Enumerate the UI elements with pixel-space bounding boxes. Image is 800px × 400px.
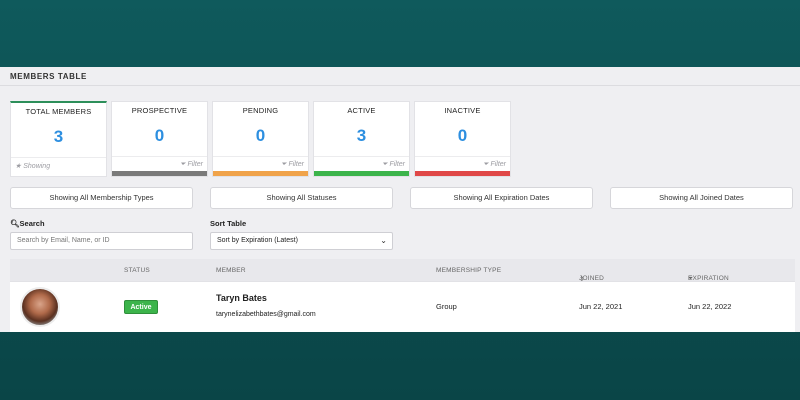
sort-select-value: Sort by Expiration (Latest) [217, 237, 298, 244]
page-title: MEMBERS TABLE [10, 72, 87, 81]
status-bar [112, 171, 207, 176]
search-icon: 🔍︎ [10, 219, 20, 228]
filter-text: Filter [490, 161, 506, 168]
members-panel: MEMBERS TABLE TOTAL MEMBERS 3 ★ Showing … [0, 67, 800, 332]
table-row[interactable]: Active Taryn Bates tarynelizabethbates@g… [10, 281, 795, 332]
status-badge: Active [124, 300, 158, 314]
member-name[interactable]: Taryn Bates [216, 293, 267, 303]
joined-dates-filter-button[interactable]: Showing All Joined Dates [610, 187, 793, 209]
header-member[interactable]: MEMBER [216, 267, 246, 274]
search-label: 🔍︎Search [10, 219, 45, 228]
stat-value: 0 [154, 126, 165, 145]
sort-label: Sort Table [210, 219, 247, 228]
filter-icon: ⏷ [280, 161, 287, 168]
search-input[interactable]: Search by Email, Name, or ID [10, 232, 193, 250]
stat-footer: ⏷ Filter [213, 156, 308, 172]
sort-select[interactable]: Sort by Expiration (Latest) ⌄ [210, 232, 393, 250]
filter-link[interactable]: ⏷ Filter [382, 161, 405, 169]
stat-card-total-members[interactable]: TOTAL MEMBERS 3 ★ Showing [10, 101, 107, 177]
filter-text: Filter [288, 161, 304, 168]
membership-type: Group [436, 302, 457, 311]
stat-card-inactive[interactable]: INACTIVE 0 ⏷ Filter [414, 101, 511, 177]
chevron-down-icon: ⌄ [380, 236, 387, 245]
expiration-date: Jun 22, 2022 [688, 302, 732, 311]
member-email: tarynelizabethbates@gmail.com [216, 311, 316, 318]
stat-card-prospective[interactable]: PROSPECTIVE 0 ⏷ Filter [111, 101, 208, 177]
search-label-text: Search [19, 219, 45, 228]
status-bar [213, 171, 308, 176]
stat-label: PENDING [242, 106, 279, 115]
header-membership-type[interactable]: MEMBERSHIP TYPE [436, 267, 501, 274]
joined-date: Jun 22, 2021 [579, 302, 623, 311]
filter-icon: ⏷ [381, 161, 388, 168]
expiration-dates-filter-button[interactable]: Showing All Expiration Dates [410, 187, 593, 209]
stat-value: 0 [255, 126, 266, 145]
stat-showing: ★ Showing [15, 162, 50, 170]
stat-footer: ⏷ Filter [314, 156, 409, 172]
stat-label: ACTIVE [347, 106, 376, 115]
filter-text: Filter [187, 161, 203, 168]
stat-value: 3 [53, 127, 64, 146]
stat-footer-text: Showing [23, 163, 51, 170]
status-bar [314, 171, 409, 176]
divider [0, 85, 800, 86]
filter-icon: ⏷ [179, 161, 186, 168]
header-status[interactable]: STATUS [124, 267, 150, 274]
avatar [20, 287, 60, 327]
stat-card-active[interactable]: ACTIVE 3 ⏷ Filter [313, 101, 410, 177]
filter-text: Filter [389, 161, 405, 168]
filter-link[interactable]: ⏷ Filter [180, 161, 203, 169]
stat-label: PROSPECTIVE [131, 106, 188, 115]
stat-label: TOTAL MEMBERS [25, 107, 92, 116]
stat-label: INACTIVE [444, 106, 481, 115]
filter-link[interactable]: ⏷ Filter [281, 161, 304, 169]
star-icon: ★ [15, 163, 22, 170]
filter-link[interactable]: ⏷ Filter [483, 161, 506, 169]
stat-value: 0 [457, 126, 468, 145]
status-bar [415, 171, 510, 176]
statuses-filter-button[interactable]: Showing All Statuses [210, 187, 393, 209]
filter-icon: ⏷ [482, 161, 489, 168]
stat-footer: ⏷ Filter [415, 156, 510, 172]
stat-footer: ★ Showing [11, 157, 106, 173]
membership-types-filter-button[interactable]: Showing All Membership Types [10, 187, 193, 209]
stat-footer: ⏷ Filter [112, 156, 207, 172]
stat-value: 3 [356, 126, 367, 145]
table-header: STATUS MEMBER MEMBERSHIP TYPE ⇕ JOINED ⏷ E… [10, 259, 795, 283]
stat-card-pending[interactable]: PENDING 0 ⏷ Filter [212, 101, 309, 177]
